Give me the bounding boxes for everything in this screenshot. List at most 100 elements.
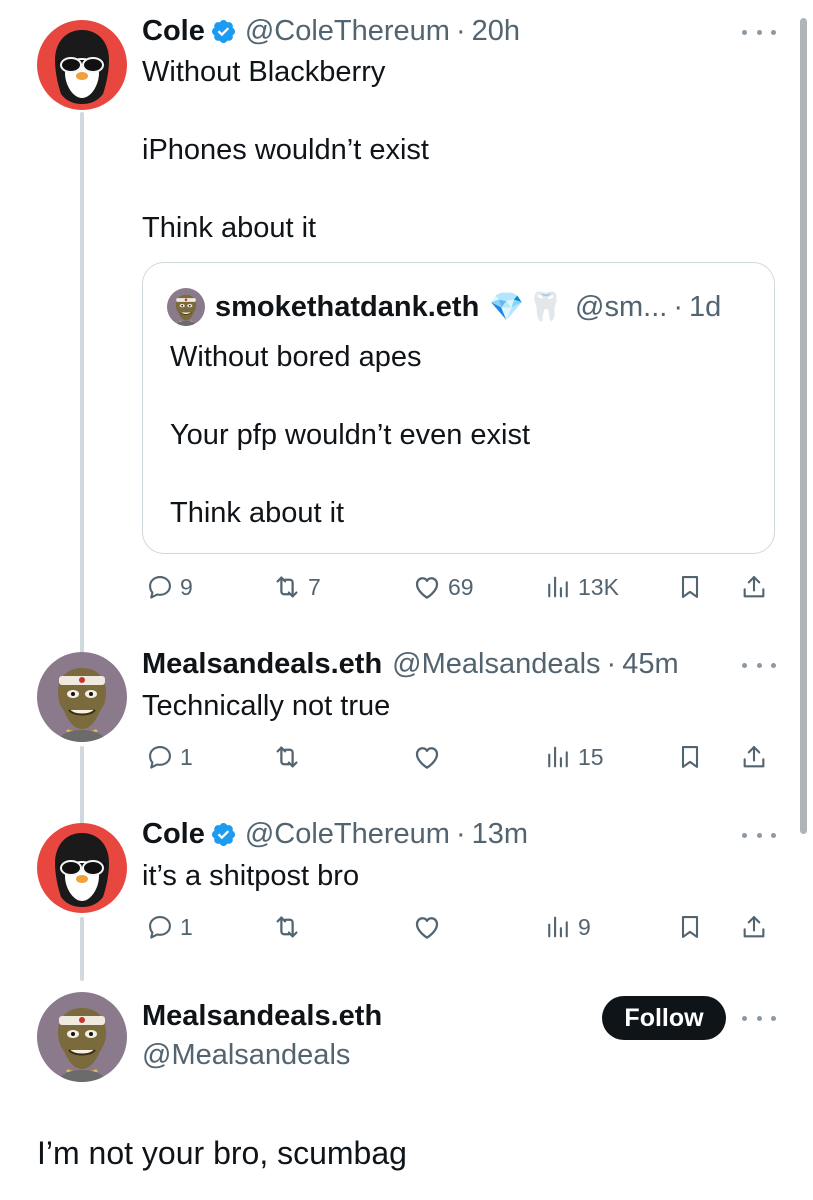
view-count: 9 (578, 913, 591, 940)
quoted-avatar (167, 288, 205, 326)
heart-icon (412, 912, 442, 942)
tweet-text: it’s a shitpost bro (142, 860, 360, 892)
penguin-avatar-icon (37, 823, 127, 913)
reply-button[interactable]: 1 (146, 737, 193, 777)
ape-avatar-icon (167, 288, 205, 326)
views-icon (544, 573, 572, 601)
avatar[interactable] (37, 992, 127, 1082)
reply-icon (146, 573, 174, 601)
tooth-icon: 🦷 (528, 291, 564, 322)
quoted-header: smokethatdank.eth 💎 🦷 @sm... · 1d (215, 289, 721, 325)
reply-count: 1 (180, 913, 193, 940)
like-button[interactable]: 69 (412, 567, 474, 607)
tweet-header: Cole @ColeThereum · 13m (142, 816, 528, 852)
author-handle[interactable]: @Mealsandeals (392, 646, 600, 682)
diamond-icon: 💎 (489, 291, 525, 322)
share-button[interactable] (740, 737, 768, 777)
more-options-icon[interactable] (742, 27, 776, 37)
tweet-text: Without Blackberry iPhones wouldn’t exis… (142, 56, 429, 244)
share-icon (740, 743, 768, 771)
author-name[interactable]: Mealsandeals.eth (142, 998, 382, 1034)
retweet-button[interactable] (272, 907, 302, 947)
timestamp[interactable]: 45m (622, 646, 678, 682)
author-handle[interactable]: @ColeThereum (245, 13, 450, 49)
like-button[interactable] (412, 737, 442, 777)
main-author-handle-row: @Mealsandeals (142, 1037, 350, 1073)
author-name[interactable]: Cole (142, 816, 205, 852)
avatar[interactable] (37, 20, 127, 110)
tweet-header: Cole @ColeThereum · 20h (142, 13, 520, 49)
view-count: 15 (578, 743, 604, 770)
reply-icon (146, 743, 174, 771)
views-button[interactable]: 13K (544, 567, 619, 607)
separator: · (455, 15, 466, 47)
quoted-text: Without bored apes Your pfp wouldn’t eve… (170, 341, 531, 529)
author-handle[interactable]: @Mealsandeals (142, 1037, 350, 1073)
thread-line (80, 746, 84, 824)
follow-button[interactable]: Follow (602, 996, 726, 1040)
quoted-handle: @sm... (575, 291, 668, 323)
scrollbar[interactable] (800, 18, 807, 834)
separator: · (606, 648, 617, 680)
tweet-text: Technically not true (142, 690, 391, 722)
retweet-button[interactable]: 7 (272, 567, 321, 607)
retweet-icon (272, 742, 302, 772)
share-button[interactable] (740, 567, 768, 607)
avatar[interactable] (37, 652, 127, 742)
separator: · (673, 291, 683, 323)
heart-icon (412, 572, 442, 602)
retweet-icon (272, 912, 302, 942)
share-icon (740, 573, 768, 601)
like-count: 69 (448, 573, 474, 600)
heart-icon (412, 742, 442, 772)
author-handle[interactable]: @ColeThereum (245, 816, 450, 852)
quoted-author-name: smokethatdank.eth (215, 291, 480, 323)
separator: · (455, 818, 466, 850)
views-icon (544, 743, 572, 771)
reply-button[interactable]: 9 (146, 567, 193, 607)
reply-count: 1 (180, 743, 193, 770)
reply-icon (146, 913, 174, 941)
views-button[interactable]: 15 (544, 737, 604, 777)
retweet-count: 7 (308, 573, 321, 600)
bookmark-icon (676, 913, 704, 941)
more-options-icon[interactable] (742, 830, 776, 840)
tweet-header: Mealsandeals.eth @Mealsandeals · 45m (142, 646, 679, 682)
thread-line (80, 112, 84, 655)
avatar[interactable] (37, 823, 127, 913)
retweet-button[interactable] (272, 737, 302, 777)
timestamp[interactable]: 13m (472, 816, 528, 852)
share-button[interactable] (740, 907, 768, 947)
ape-avatar-icon (37, 992, 127, 1082)
author-name[interactable]: Mealsandeals.eth (142, 646, 382, 682)
more-options-icon[interactable] (742, 660, 776, 670)
author-name[interactable]: Cole (142, 13, 205, 49)
more-options-icon[interactable] (742, 1013, 776, 1023)
reply-count: 9 (180, 573, 193, 600)
views-button[interactable]: 9 (544, 907, 591, 947)
ape-avatar-icon (37, 652, 127, 742)
penguin-avatar-icon (37, 20, 127, 110)
thread-line (80, 917, 84, 981)
quoted-timestamp: 1d (689, 291, 722, 323)
verified-badge-icon (210, 18, 237, 45)
bookmark-button[interactable] (676, 907, 704, 947)
like-button[interactable] (412, 907, 442, 947)
reply-button[interactable]: 1 (146, 907, 193, 947)
view-count: 13K (578, 573, 619, 600)
verified-badge-icon (210, 821, 237, 848)
bookmark-button[interactable] (676, 567, 704, 607)
tweet-actions: 1 9 (142, 907, 782, 947)
retweet-icon (272, 572, 302, 602)
tweet-actions: 1 15 (142, 737, 782, 777)
main-author-name-row: Mealsandeals.eth (142, 998, 382, 1034)
quoted-tweet[interactable]: smokethatdank.eth 💎 🦷 @sm... · 1d Withou… (142, 262, 775, 554)
views-icon (544, 913, 572, 941)
timestamp[interactable]: 20h (472, 13, 520, 49)
tweet-actions: 9 7 69 13K (142, 567, 782, 607)
bookmark-icon (676, 573, 704, 601)
bookmark-button[interactable] (676, 737, 704, 777)
share-icon (740, 913, 768, 941)
bookmark-icon (676, 743, 704, 771)
main-tweet-text: I’m not your bro, scumbag (37, 1135, 407, 1171)
